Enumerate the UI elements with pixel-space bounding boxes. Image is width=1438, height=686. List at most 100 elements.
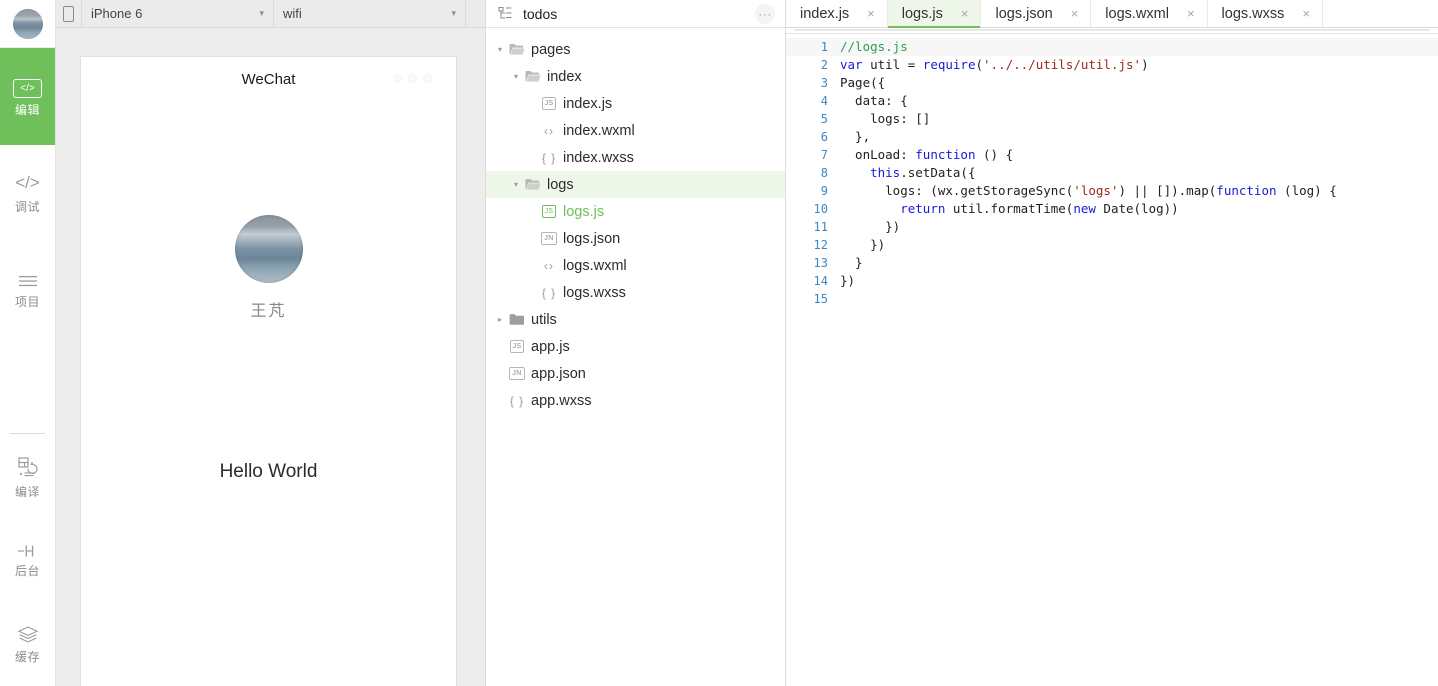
- folder-closed-icon: [506, 313, 528, 326]
- tree-folder-index[interactable]: ▾ index: [486, 63, 785, 90]
- tree-node-label: index.wxss: [563, 149, 634, 166]
- tree-file-logs.json[interactable]: JN logs.json: [486, 225, 785, 252]
- wxml-icon: ‹›: [544, 258, 554, 273]
- code-line: 13 }: [786, 254, 1438, 272]
- tree-node-label: logs.wxss: [563, 284, 626, 301]
- code-line-text[interactable]: }): [840, 236, 885, 254]
- editor-pane: index.js × logs.js × logs.json × logs.wxml × log…: [786, 0, 1438, 686]
- rail-item-编译[interactable]: 编译: [0, 434, 55, 518]
- code-line: 6 },: [786, 128, 1438, 146]
- wxss-icon: { }: [541, 150, 557, 165]
- line-number: 1: [820, 40, 828, 54]
- code-line-text[interactable]: this.setData({: [840, 164, 975, 182]
- simulator-stage: WeChat 王芃 Hello World: [56, 28, 485, 686]
- close-icon[interactable]: ×: [1302, 6, 1310, 21]
- rail-item-后台[interactable]: 后台: [0, 518, 55, 602]
- network-select[interactable]: wifi ▾: [274, 0, 466, 27]
- code-line-text[interactable]: Page({: [840, 74, 885, 92]
- tree-folder-utils[interactable]: ▸ utils: [486, 306, 785, 333]
- chevron-right-icon[interactable]: ▸: [494, 315, 506, 324]
- chevron-down-icon[interactable]: ▾: [494, 45, 506, 54]
- rail-bottom-group: 编译 后台 缓存: [0, 434, 55, 686]
- tree-node-label: logs.wxml: [563, 257, 627, 274]
- profile-photo-icon: [234, 215, 303, 283]
- tree-file-app.wxss[interactable]: { } app.wxss: [486, 387, 785, 414]
- tree-node-label: app.json: [531, 365, 586, 382]
- user-name: 王芃: [250, 303, 287, 320]
- folder-open-icon: [522, 178, 544, 191]
- project-tree-icon: [498, 6, 513, 21]
- line-number: 13: [813, 256, 828, 270]
- rail-item-编辑[interactable]: </> 编辑: [0, 48, 55, 145]
- code-line-text[interactable]: }): [840, 218, 900, 236]
- simulator-toolbar: iPhone 6 ▾ wifi ▾: [56, 0, 485, 28]
- wxml-icon: ‹›: [544, 123, 554, 138]
- file-tree-header: todos ···: [486, 0, 785, 28]
- tree-node-label: app.js: [531, 338, 570, 355]
- rail-item-调试[interactable]: </> 调试: [0, 145, 55, 242]
- tab-logs.js[interactable]: logs.js ×: [887, 0, 982, 28]
- tree-file-logs.wxml[interactable]: ‹› logs.wxml: [486, 252, 785, 279]
- user-avatar-photo-icon[interactable]: [12, 8, 43, 39]
- close-icon[interactable]: ×: [1071, 6, 1079, 21]
- rail-item-缓存[interactable]: 缓存: [0, 602, 55, 686]
- code-line: 3 Page({: [786, 74, 1438, 92]
- device-select[interactable]: iPhone 6 ▾: [82, 0, 274, 27]
- js-icon: JS: [538, 205, 560, 218]
- chevron-down-icon[interactable]: ▾: [510, 72, 522, 81]
- line-number: 9: [820, 184, 828, 198]
- code-line-text[interactable]: }): [840, 272, 855, 290]
- tree-file-logs.js[interactable]: JS logs.js: [486, 198, 785, 225]
- code-line: 10 return util.formatTime(new Date(log)): [786, 200, 1438, 218]
- layers-stack-icon: [17, 625, 39, 644]
- tab-label: index.js: [800, 5, 850, 22]
- tree-node-label: app.wxss: [531, 392, 592, 409]
- code-line: 5 logs: []: [786, 110, 1438, 128]
- code-line-text[interactable]: },: [840, 128, 870, 146]
- tree-folder-pages[interactable]: ▾ pages: [486, 36, 785, 63]
- tree-file-logs.wxss[interactable]: { } logs.wxss: [486, 279, 785, 306]
- line-number: 10: [813, 202, 828, 216]
- tab-logs.wxss[interactable]: logs.wxss ×: [1208, 0, 1323, 27]
- code-brackets-icon: </>: [13, 78, 42, 98]
- chevron-down-icon[interactable]: ▾: [510, 180, 522, 189]
- wxss-icon: { }: [541, 285, 557, 300]
- code-line-text[interactable]: onLoad: function () {: [840, 146, 1013, 164]
- rail-item-label: 编辑: [14, 102, 40, 117]
- tab-logs.wxml[interactable]: logs.wxml ×: [1091, 0, 1208, 27]
- code-line-text[interactable]: //logs.js: [840, 38, 908, 56]
- phone-outline-icon[interactable]: [56, 0, 82, 27]
- line-number: 15: [813, 292, 828, 306]
- code-line-text[interactable]: return util.formatTime(new Date(log)): [840, 200, 1178, 218]
- code-line-text[interactable]: }: [840, 254, 863, 272]
- tree-file-index.wxml[interactable]: ‹› index.wxml: [486, 117, 785, 144]
- chevron-down-icon: ▾: [259, 8, 264, 18]
- code-line: 14}): [786, 272, 1438, 290]
- tree-folder-logs[interactable]: ▾ logs: [486, 171, 785, 198]
- tree-file-index.js[interactable]: JS index.js: [486, 90, 785, 117]
- tab-logs.json[interactable]: logs.json ×: [981, 0, 1092, 27]
- three-dots-icon[interactable]: [393, 74, 432, 83]
- background-bracket-icon: [16, 544, 40, 558]
- rail-item-项目[interactable]: 项目: [0, 242, 55, 339]
- tab-index.js[interactable]: index.js ×: [786, 0, 888, 27]
- code-line-text[interactable]: var util = require('../../utils/util.js'…: [840, 56, 1149, 74]
- code-line-text[interactable]: data: {: [840, 92, 908, 110]
- tree-file-index.wxss[interactable]: { } index.wxss: [486, 144, 785, 171]
- code-line-text[interactable]: logs: []: [840, 110, 930, 128]
- tree-more-button[interactable]: ···: [755, 3, 775, 24]
- editor-horizontal-scrollbar[interactable]: [786, 28, 1438, 34]
- device-select-value: iPhone 6: [91, 6, 143, 21]
- folder-open-icon: [506, 43, 528, 56]
- rail-item-label: 编译: [14, 484, 40, 499]
- tree-file-app.js[interactable]: JS app.js: [486, 333, 785, 360]
- close-icon[interactable]: ×: [961, 6, 969, 21]
- code-editor[interactable]: 1 //logs.js 2 var util = require('../../uti…: [786, 34, 1438, 686]
- close-icon[interactable]: ×: [1187, 6, 1195, 21]
- tree-node-label: index.js: [563, 95, 613, 112]
- tree-file-app.json[interactable]: JN app.json: [486, 360, 785, 387]
- code-slash-icon: </>: [15, 173, 40, 192]
- rail-avatar-cell[interactable]: [0, 0, 55, 48]
- code-line-text[interactable]: logs: (wx.getStorageSync('logs') || []).…: [840, 182, 1337, 200]
- close-icon[interactable]: ×: [867, 6, 875, 21]
